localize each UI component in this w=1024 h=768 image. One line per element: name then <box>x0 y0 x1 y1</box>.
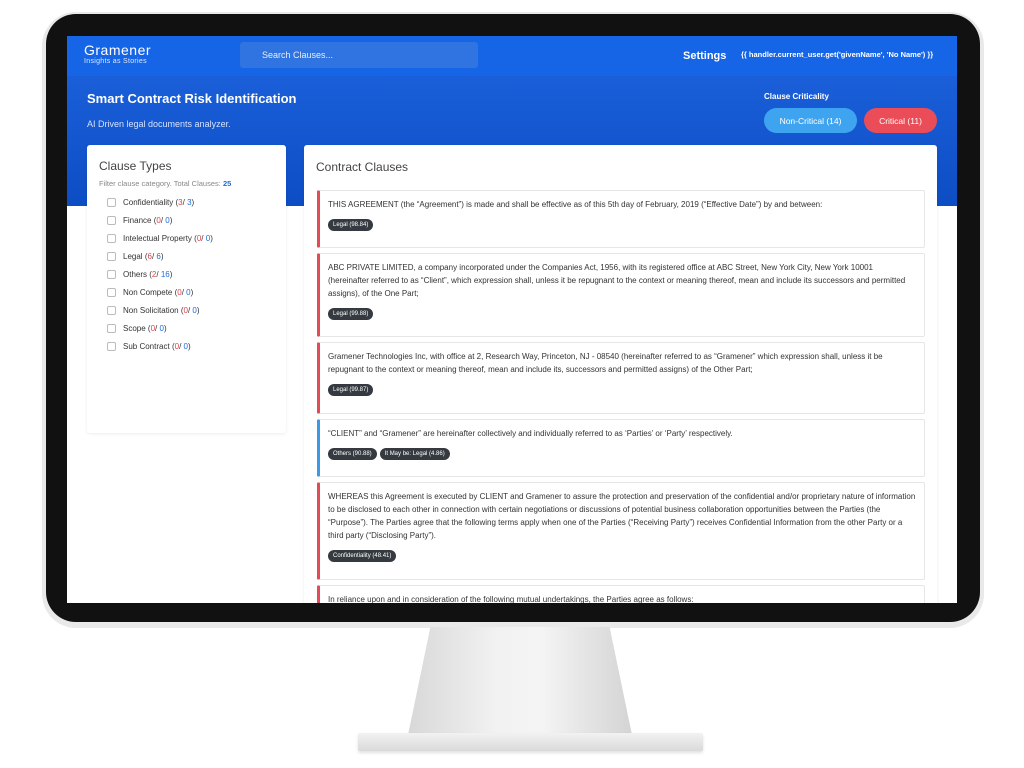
clause-type-paren: ) <box>210 233 213 243</box>
clause-tags: Legal (99.87) <box>328 384 916 396</box>
clause-text: THIS AGREEMENT (the “Agreement”) is made… <box>328 200 823 209</box>
clause-type-label: Finance (0/ 0) <box>123 216 172 225</box>
clause-tags: Confidentiality (48.41) <box>328 550 916 562</box>
clause-card[interactable]: WHEREAS this Agreement is executed by CL… <box>317 482 925 580</box>
clause-type-item[interactable]: Intelectual Property (0/ 0) <box>99 229 274 247</box>
clause-card[interactable]: “CLIENT” and “Gramener” are hereinafter … <box>317 419 925 477</box>
clause-type-paren: ) <box>187 341 191 351</box>
clause-type-label: Sub Contract (0/ 0) <box>123 342 191 351</box>
page-subtitle: AI Driven legal documents analyzer. <box>87 119 231 129</box>
clause-type-label: Non Solicitation (0/ 0) <box>123 306 200 315</box>
contract-clauses-panel: Contract Clauses THIS AGREEMENT (the “Ag… <box>304 145 937 603</box>
monitor-screen: Gramener Insights as Stories Settings {{… <box>67 36 957 603</box>
clause-tag: Confidentiality (48.41) <box>328 550 397 562</box>
clause-type-item[interactable]: Finance (0/ 0) <box>99 211 274 229</box>
search-input[interactable] <box>262 50 462 60</box>
clause-type-checkbox[interactable] <box>107 215 116 225</box>
clause-type-total-count: 16 <box>160 269 170 279</box>
clause-type-checkbox[interactable] <box>107 341 116 351</box>
clause-type-name: Others <box>123 269 148 279</box>
clause-tags: Legal (98.84) <box>328 219 916 231</box>
clause-text: In reliance upon and in consideration of… <box>328 595 694 603</box>
contract-clauses-title: Contract Clauses <box>316 160 409 174</box>
clause-type-paren: ) <box>163 323 167 333</box>
clause-tag: Legal (98.84) <box>328 219 374 231</box>
clause-type-checkbox[interactable] <box>107 287 116 297</box>
clause-type-name: Intelectual Property <box>123 233 192 243</box>
top-navbar: Gramener Insights as Stories Settings {{… <box>67 36 957 76</box>
clause-tag: Others (90.88) <box>328 448 377 460</box>
clause-type-item[interactable]: Legal (6/ 6) <box>99 247 274 265</box>
clause-type-checkbox[interactable] <box>107 233 116 243</box>
clause-type-list: Confidentiality (3/ 3) Finance (0/ 0) Inte… <box>99 193 274 355</box>
clause-type-label: Legal (6/ 6) <box>123 252 164 261</box>
clause-type-label: Scope (0/ 0) <box>123 324 167 333</box>
logo-name: Gramener <box>84 42 152 58</box>
clause-type-item[interactable]: Sub Contract (0/ 0) <box>99 337 274 355</box>
monitor-stand-neck <box>408 627 632 735</box>
logo-tagline: Insights as Stories <box>84 58 147 65</box>
clause-type-checkbox[interactable] <box>107 305 116 315</box>
clause-type-checkbox[interactable] <box>107 197 116 207</box>
clause-type-name: Non Compete <box>123 287 173 297</box>
critical-button[interactable]: Critical (11) <box>864 108 937 133</box>
clause-text: WHEREAS this Agreement is executed by CL… <box>328 492 916 540</box>
clause-type-paren: ) <box>191 197 195 207</box>
clause-types-title: Clause Types <box>99 159 172 173</box>
clause-type-checkbox[interactable] <box>107 269 116 279</box>
clause-type-checkbox[interactable] <box>107 251 116 261</box>
clause-criticality-label: Clause Criticality <box>764 92 829 101</box>
clause-type-item[interactable]: Non Compete (0/ 0) <box>99 283 274 301</box>
clause-type-label: Confidentiality (3/ 3) <box>123 198 194 207</box>
clause-text: Gramener Technologies Inc, with office a… <box>328 352 883 374</box>
clause-type-name: Legal <box>123 251 143 261</box>
monitor-stand-base <box>358 733 703 751</box>
clause-card[interactable]: ABC PRIVATE LIMITED, a company incorpora… <box>317 253 925 337</box>
search-box[interactable] <box>240 42 478 68</box>
clause-type-paren: ) <box>196 305 200 315</box>
clause-type-item[interactable]: Others (2/ 16) <box>99 265 274 283</box>
user-name[interactable]: {{ handler.current_user.get('givenName',… <box>741 50 933 59</box>
clause-filter-hint: Filter clause category. Total Clauses: 2… <box>99 179 274 188</box>
clause-types-panel: Clause Types Filter clause category. Tot… <box>87 145 286 433</box>
clause-type-item[interactable]: Scope (0/ 0) <box>99 319 274 337</box>
clause-tags: Legal (99.88) <box>328 308 916 320</box>
settings-link[interactable]: Settings <box>683 50 726 62</box>
clause-type-label: Non Compete (0/ 0) <box>123 288 193 297</box>
clause-tag: Legal (99.87) <box>328 384 374 396</box>
clause-card[interactable]: THIS AGREEMENT (the “Agreement”) is made… <box>317 190 925 248</box>
clause-type-checkbox[interactable] <box>107 323 116 333</box>
clause-type-label: Intelectual Property (0/ 0) <box>123 234 213 243</box>
clause-type-name: Scope <box>123 323 146 333</box>
page-title: Smart Contract Risk Identification <box>87 91 297 106</box>
clause-card[interactable]: Gramener Technologies Inc, with office a… <box>317 342 925 414</box>
total-clauses-count: 25 <box>222 179 232 188</box>
clause-type-paren: ) <box>190 287 194 297</box>
gramener-logo[interactable]: Gramener Insights as Stories <box>84 43 151 66</box>
clause-text: “CLIENT” and “Gramener” are hereinafter … <box>328 429 733 438</box>
clause-type-item[interactable]: Non Solicitation (0/ 0) <box>99 301 274 319</box>
clause-type-name: Finance <box>123 215 152 225</box>
clause-type-paren: ) <box>169 215 173 225</box>
clause-type-paren: ) <box>160 251 164 261</box>
clause-tag: Legal (99.88) <box>328 308 374 320</box>
clause-type-label: Others (2/ 16) <box>123 270 172 279</box>
clause-text: ABC PRIVATE LIMITED, a company incorpora… <box>328 263 906 298</box>
non-critical-button[interactable]: Non-Critical (14) <box>764 108 857 133</box>
clause-tags: Others (90.88) It May be: Legal (4.86) <box>328 448 916 460</box>
clause-type-name: Sub Contract <box>123 341 170 351</box>
clause-tag: It May be: Legal (4.86) <box>379 448 450 460</box>
clause-type-item[interactable]: Confidentiality (3/ 3) <box>99 193 274 211</box>
clause-type-name: Non Solicitation <box>123 305 179 315</box>
clause-type-name: Confidentiality <box>123 197 174 207</box>
clause-type-paren: ) <box>169 269 173 279</box>
clause-card[interactable]: In reliance upon and in consideration of… <box>317 585 925 603</box>
clause-filter-text: Filter clause category. Total Clauses: <box>99 179 223 188</box>
